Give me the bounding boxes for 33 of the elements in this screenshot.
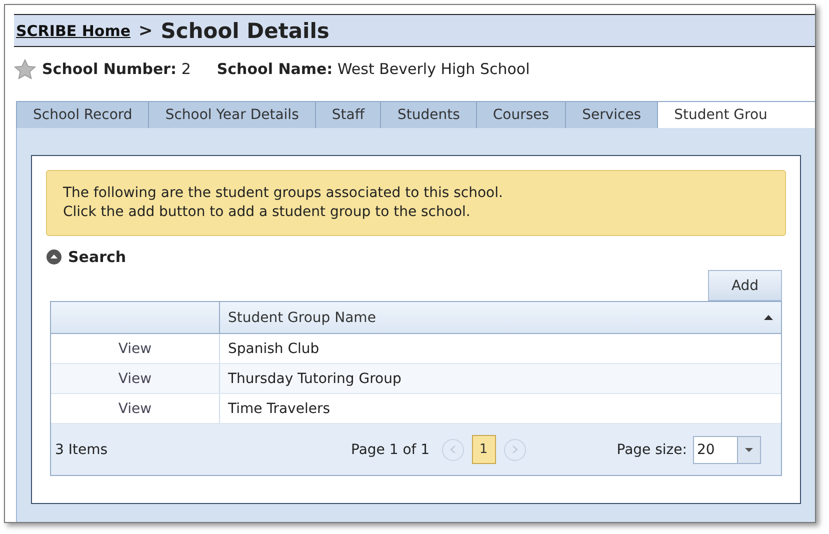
item-count: 3 Items (55, 442, 109, 458)
page-info: Page 1 of 1 (351, 442, 430, 458)
page-title: School Details (160, 18, 330, 42)
view-link[interactable]: View (118, 370, 152, 386)
page-number-button[interactable]: 1 (472, 435, 496, 464)
table-cell: Time Travelers (228, 400, 330, 416)
table-cell: Thursday Tutoring Group (228, 370, 402, 386)
tab[interactable]: School Record (16, 101, 150, 128)
add-button[interactable]: Add (708, 270, 782, 301)
school-number: School Number: 2 (42, 60, 191, 78)
caret-icon[interactable] (737, 436, 760, 462)
tab[interactable]: School Year Details (148, 101, 316, 128)
home-link[interactable]: SCRIBE Home (16, 22, 131, 40)
notice-text: Click the add button to add a student group to the school. (63, 203, 472, 222)
chevron-left-icon (450, 445, 456, 454)
star-icon[interactable] (14, 58, 36, 80)
tab[interactable]: Staff (314, 101, 382, 128)
collapse-toggle-icon[interactable] (46, 249, 62, 265)
view-link[interactable]: View (118, 400, 152, 416)
view-link[interactable]: View (118, 340, 152, 356)
tab[interactable]: Students (380, 101, 477, 128)
page-size-dropdown[interactable]: 20 (693, 436, 761, 464)
breadcrumb-separator: > (138, 20, 153, 40)
tab[interactable]: Services (565, 101, 658, 128)
page-size-label: Page size: (616, 442, 687, 458)
table-cell: Spanish Club (228, 340, 320, 356)
tab[interactable]: Student Grou (657, 101, 815, 128)
search-toggle-label[interactable]: Search (68, 248, 126, 266)
chevron-right-icon (512, 445, 518, 454)
tab[interactable]: Courses (476, 101, 566, 128)
sort-icon[interactable] (764, 315, 773, 320)
school-name: School Name: West Beverly High School (216, 60, 530, 78)
notice-text: The following are the student groups associated to this school. (63, 184, 504, 203)
